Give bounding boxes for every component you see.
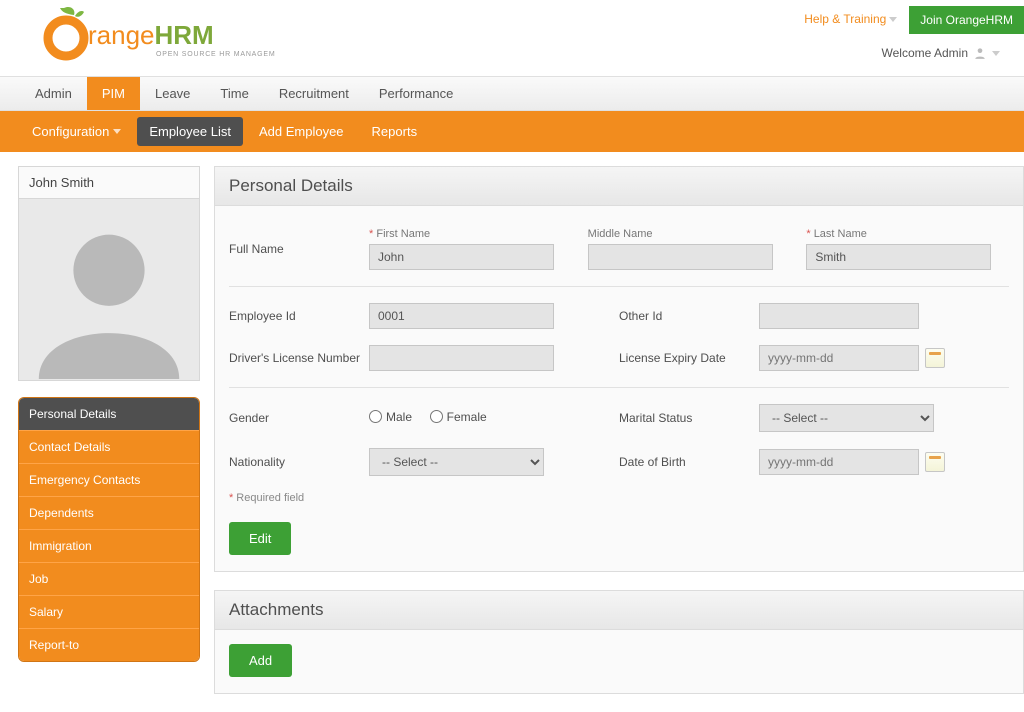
svg-text:rangeHRM: rangeHRM	[88, 20, 214, 50]
chevron-down-icon	[113, 129, 121, 134]
welcome-label: Welcome Admin	[882, 46, 968, 60]
sidemenu-salary[interactable]: Salary	[19, 595, 199, 628]
chevron-down-icon	[889, 17, 897, 22]
gender-female-radio[interactable]: Female	[430, 410, 487, 424]
attachments-panel: Attachments Add	[214, 590, 1024, 694]
main-nav: Admin PIM Leave Time Recruitment Perform…	[0, 76, 1024, 111]
nav-recruitment[interactable]: Recruitment	[264, 77, 364, 110]
license-expiry-input[interactable]	[759, 345, 919, 371]
calendar-icon[interactable]	[925, 348, 945, 368]
gender-female-label: Female	[447, 410, 487, 424]
nav-time[interactable]: Time	[205, 77, 263, 110]
employee-name-header: John Smith	[18, 166, 200, 199]
sub-nav: Configuration Employee List Add Employee…	[0, 111, 1024, 152]
chevron-down-icon	[992, 51, 1000, 56]
avatar-placeholder-icon	[19, 208, 199, 380]
employee-side-menu: Personal Details Contact Details Emergen…	[18, 397, 200, 662]
sidemenu-contact-details[interactable]: Contact Details	[19, 430, 199, 463]
label-dob: Date of Birth	[619, 455, 759, 469]
user-icon	[973, 46, 987, 60]
subnav-reports[interactable]: Reports	[360, 117, 430, 146]
join-button[interactable]: Join OrangeHRM	[909, 6, 1024, 34]
panel-title-attachments: Attachments	[215, 591, 1023, 630]
last-name-input[interactable]	[806, 244, 991, 270]
label-last-name: Last Name	[814, 228, 867, 240]
sidemenu-personal-details[interactable]: Personal Details	[19, 398, 199, 430]
sidemenu-dependents[interactable]: Dependents	[19, 496, 199, 529]
help-training-link[interactable]: Help & Training	[804, 6, 897, 26]
help-training-label: Help & Training	[804, 12, 886, 26]
sidemenu-job[interactable]: Job	[19, 562, 199, 595]
nav-admin[interactable]: Admin	[20, 77, 87, 110]
employee-avatar[interactable]	[18, 199, 200, 381]
label-marital-status: Marital Status	[619, 411, 759, 425]
label-employee-id: Employee Id	[229, 309, 369, 323]
gender-male-label: Male	[386, 410, 412, 424]
brand-logo[interactable]: rangeHRM OPEN SOURCE HR MANAGEMENT	[26, 6, 276, 62]
label-driver-license: Driver's License Number	[229, 351, 369, 365]
calendar-icon[interactable]	[925, 452, 945, 472]
edit-button[interactable]: Edit	[229, 522, 291, 555]
panel-title-personal: Personal Details	[215, 167, 1023, 206]
nationality-select[interactable]: -- Select --	[369, 448, 544, 476]
employee-id-input[interactable]	[369, 303, 554, 329]
label-license-expiry: License Expiry Date	[619, 351, 759, 365]
label-full-name: Full Name	[229, 242, 369, 256]
label-gender: Gender	[229, 411, 369, 425]
nav-pim[interactable]: PIM	[87, 77, 140, 110]
sidemenu-report-to[interactable]: Report-to	[19, 628, 199, 661]
label-first-name: First Name	[376, 228, 430, 240]
driver-license-input[interactable]	[369, 345, 554, 371]
label-middle-name: Middle Name	[588, 228, 791, 240]
welcome-user-menu[interactable]: Welcome Admin	[882, 46, 1024, 60]
label-nationality: Nationality	[229, 455, 369, 469]
nav-performance[interactable]: Performance	[364, 77, 468, 110]
dob-input[interactable]	[759, 449, 919, 475]
sidemenu-emergency-contacts[interactable]: Emergency Contacts	[19, 463, 199, 496]
middle-name-input[interactable]	[588, 244, 773, 270]
svg-text:OPEN SOURCE HR MANAGEMENT: OPEN SOURCE HR MANAGEMENT	[156, 51, 276, 58]
subnav-configuration-label: Configuration	[32, 124, 109, 139]
label-other-id: Other Id	[619, 309, 759, 323]
other-id-input[interactable]	[759, 303, 919, 329]
add-attachment-button[interactable]: Add	[229, 644, 292, 677]
marital-status-select[interactable]: -- Select --	[759, 404, 934, 432]
personal-details-panel: Personal Details Full Name * First Name …	[214, 166, 1024, 572]
subnav-employee-list[interactable]: Employee List	[137, 117, 243, 146]
required-note: *Required field	[229, 492, 1009, 504]
nav-leave[interactable]: Leave	[140, 77, 205, 110]
subnav-configuration[interactable]: Configuration	[20, 117, 133, 146]
sidemenu-immigration[interactable]: Immigration	[19, 529, 199, 562]
first-name-input[interactable]	[369, 244, 554, 270]
gender-male-radio[interactable]: Male	[369, 410, 412, 424]
subnav-add-employee[interactable]: Add Employee	[247, 117, 356, 146]
